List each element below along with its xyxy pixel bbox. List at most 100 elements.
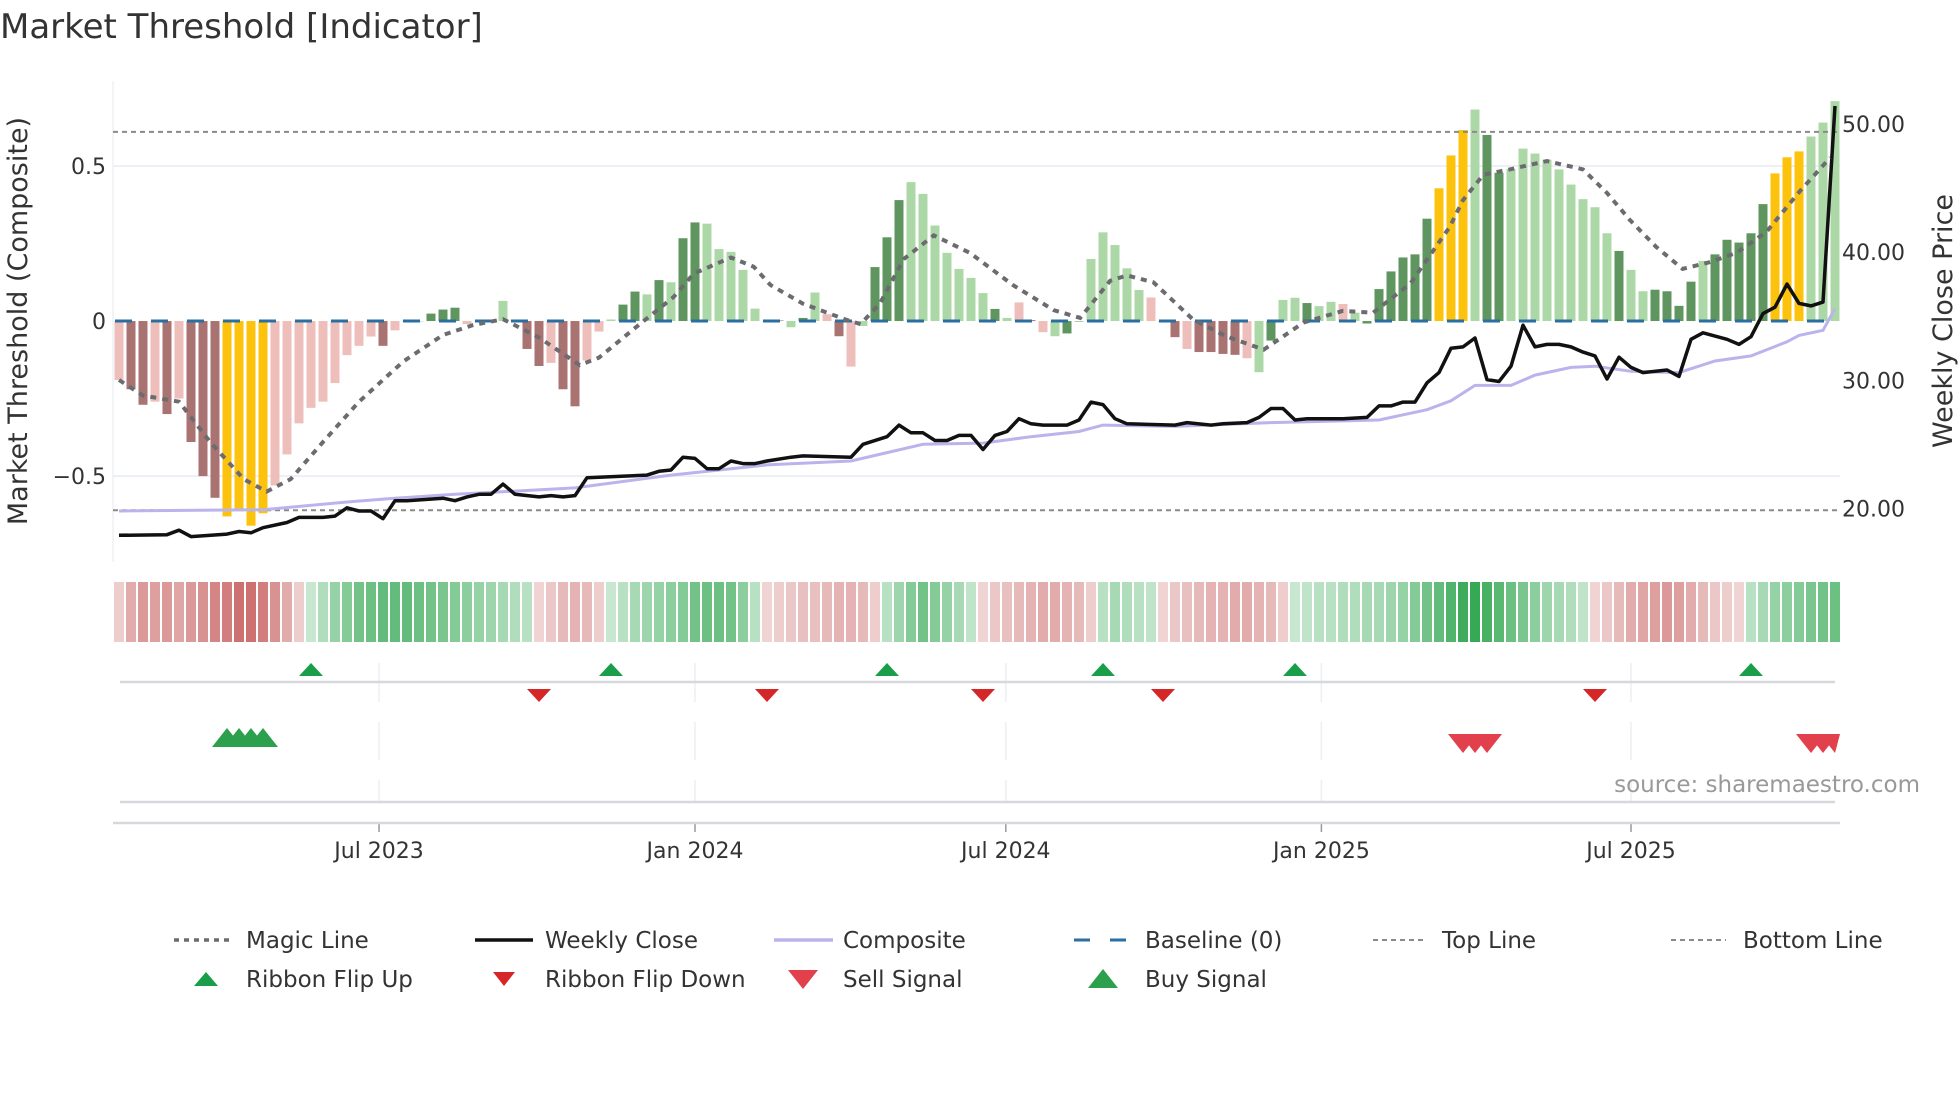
ribbon-cell (726, 582, 736, 642)
ribbon-cell (306, 582, 316, 642)
ribbon-cell (1422, 582, 1432, 642)
composite-bar (534, 321, 544, 367)
ribbon-cell (1014, 582, 1024, 642)
composite-bar (918, 193, 928, 322)
right-tick-label: 20.00 (1842, 497, 1905, 522)
ribbon-cell (1314, 582, 1324, 642)
composite-bar (1362, 321, 1372, 324)
triangle-down-icon (493, 972, 515, 986)
legend-label: Composite (843, 928, 966, 954)
ribbon-cell (678, 582, 688, 642)
series-lines (113, 105, 1840, 539)
ribbon-cell (186, 582, 196, 642)
left-axis-label: Market Threshold (Composite) (3, 117, 34, 525)
ribbon-cell (1434, 582, 1444, 642)
ribbon-cell (906, 582, 916, 642)
ribbon-cell (498, 582, 508, 642)
ribbon-cell (1662, 582, 1672, 642)
ribbon-cell (1074, 582, 1084, 642)
composite-bar (1086, 259, 1096, 322)
ribbon-cell (798, 582, 808, 642)
ribbon-cell (546, 582, 556, 642)
ribbon-cell (786, 582, 796, 642)
composite-bar (1578, 199, 1588, 322)
ribbon-flip-up-marker (1091, 663, 1115, 676)
ribbon-flip-down-marker (971, 689, 995, 702)
legend-item-buy: Buy Signal (1088, 967, 1267, 993)
triangle-up-icon (194, 972, 218, 986)
ribbon-cell (1626, 582, 1636, 642)
composite-bar (330, 321, 340, 384)
composite-bar (1014, 302, 1024, 322)
source-credit: source: sharemaestro.com (1614, 772, 1920, 798)
ribbon-cell (522, 582, 532, 642)
ribbon-cell (738, 582, 748, 642)
ribbon-cell (966, 582, 976, 642)
ribbon-cell (810, 582, 820, 642)
legend-label: Bottom Line (1743, 928, 1883, 954)
ribbon-cell (702, 582, 712, 642)
composite-bar (1326, 301, 1336, 322)
composite-bar (342, 321, 352, 356)
ribbon-cell (1098, 582, 1108, 642)
ribbon-cell (918, 582, 928, 642)
ribbon-cell (354, 582, 364, 642)
ribbon-cell (1302, 582, 1312, 642)
right-tick-label: 50.00 (1842, 113, 1905, 138)
ribbon-cell (234, 582, 244, 642)
ribbon-cell (1242, 582, 1252, 642)
ribbon-cell (870, 582, 880, 642)
composite-bar (1374, 289, 1384, 322)
composite-bar (378, 321, 388, 346)
composite-bar (582, 321, 592, 361)
ribbon-cell (330, 582, 340, 642)
ribbon-cell (1038, 582, 1048, 642)
composite-bar (126, 321, 136, 390)
composite-bar (1650, 289, 1660, 322)
ribbon-cell (1578, 582, 1588, 642)
ribbon-cell (1002, 582, 1012, 642)
ribbon-cell (210, 582, 220, 642)
composite-bar (1662, 291, 1672, 322)
ribbon-flip-up-marker (299, 663, 323, 676)
ribbon-cell (1686, 582, 1696, 642)
ribbon-cell (318, 582, 328, 642)
ribbon-flip-up-marker (599, 663, 623, 676)
composite-bar (1710, 254, 1720, 322)
ribbon-cell (630, 582, 640, 642)
legend-label: Magic Line (246, 928, 369, 954)
legend-label: Baseline (0) (1145, 928, 1282, 954)
ribbon-cell (1458, 582, 1468, 642)
composite-bar (366, 321, 376, 337)
ribbon-cell (1566, 582, 1576, 642)
ribbon-cell (258, 582, 268, 642)
legend-item-sell: Sell Signal (788, 967, 963, 993)
left-tick-label: −0.5 (53, 465, 106, 490)
composite-bar (1470, 109, 1480, 322)
ribbon-cell (1794, 582, 1804, 642)
composite-bar (246, 321, 256, 526)
ribbon-cell (1602, 582, 1612, 642)
ribbon-cell (1290, 582, 1300, 642)
composite-bar (1494, 172, 1504, 322)
legend-item-baseline: Baseline (0) (1074, 928, 1282, 954)
ribbon-cell (858, 582, 868, 642)
composite-bar (1686, 281, 1696, 322)
ribbon-cell (750, 582, 760, 642)
composite-bar (1194, 321, 1204, 353)
composite-bar (786, 321, 796, 328)
ribbon-cell (1830, 582, 1840, 642)
legend-label: Ribbon Flip Up (246, 967, 413, 993)
ribbon-cell (414, 582, 424, 642)
composite-bar (258, 321, 268, 514)
x-tick-label: Jul 2025 (1584, 839, 1676, 864)
composite-bar (1182, 321, 1192, 349)
ribbon-cell (510, 582, 520, 642)
composite-bar (1698, 260, 1708, 322)
composite-bar (978, 293, 988, 322)
ribbon-cell (426, 582, 436, 642)
x-tick-label: Jan 2024 (645, 839, 744, 864)
composite-bar (1482, 134, 1492, 322)
composite-line (118, 307, 1837, 513)
ribbon-cell (402, 582, 412, 642)
